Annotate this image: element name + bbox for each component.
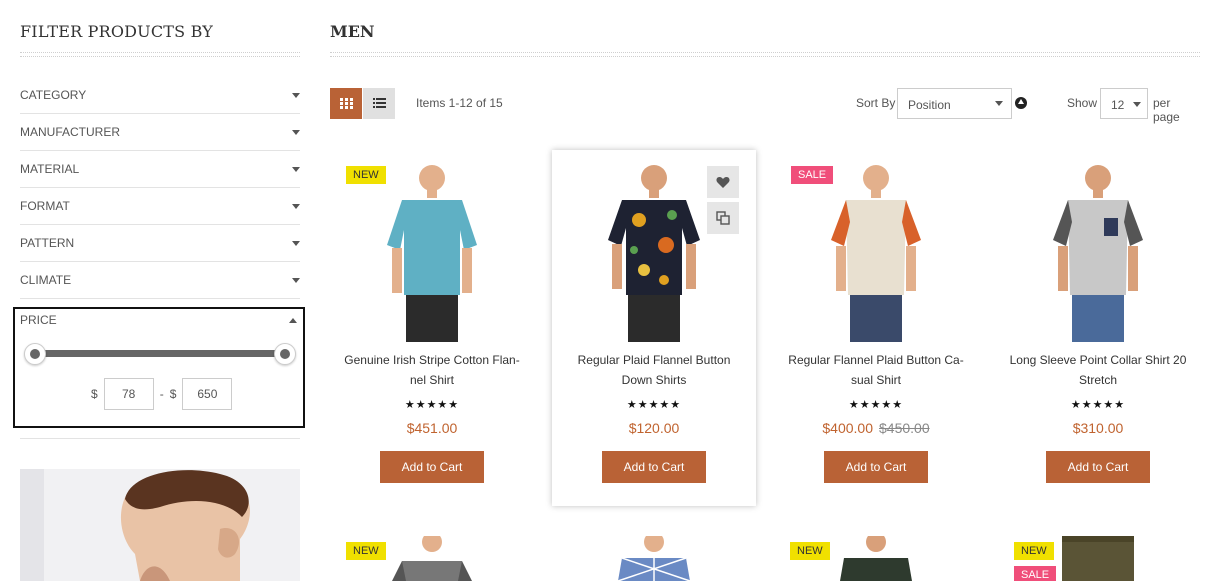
product-card: NEW SALE — [1010, 536, 1186, 581]
caret-up-icon — [289, 317, 297, 323]
new-badge: NEW — [346, 542, 386, 560]
price-min-input[interactable]: 78 — [103, 378, 154, 410]
price-value: $400.00 — [822, 420, 873, 436]
divider — [330, 52, 1200, 57]
sort-select[interactable]: Position — [897, 88, 1012, 119]
product-card: NEW — [788, 536, 964, 581]
new-badge: NEW — [346, 166, 386, 184]
show-label: Show — [1067, 96, 1098, 110]
price-filter-header[interactable]: PRICE — [20, 313, 297, 327]
filter-label: CLIMATE — [20, 273, 72, 287]
filter-category[interactable]: CATEGORY — [20, 77, 300, 114]
per-page-label: per page — [1153, 96, 1180, 124]
new-badge: NEW — [1014, 542, 1054, 560]
product-card: NEW — [344, 536, 520, 581]
add-to-cart-button[interactable]: Add to Cart — [1046, 451, 1150, 483]
rating-stars: ★★★★★ — [626, 399, 682, 411]
caret-down-icon — [292, 166, 300, 172]
filter-label: MATERIAL — [20, 162, 80, 176]
promo-banner-image[interactable] — [20, 469, 300, 581]
filter-manufacturer[interactable]: MANUFACTURER — [20, 114, 300, 151]
caret-down-icon — [292, 240, 300, 246]
price-slider-track[interactable] — [35, 350, 287, 357]
grid-icon — [339, 98, 353, 109]
product-price: $310.00 — [996, 420, 1200, 436]
product-name[interactable]: Genuine Irish Stripe Cotton Flan-nel Shi… — [330, 350, 534, 390]
filter-label: FORMAT — [20, 199, 70, 213]
compare-icon — [716, 211, 730, 225]
caret-down-icon — [292, 203, 300, 209]
price-separator: - — [159, 387, 164, 401]
rating-stars: ★★★★★ — [848, 399, 904, 411]
sort-label: Sort By — [856, 96, 896, 110]
compare-button[interactable] — [707, 202, 739, 234]
list-view-button[interactable] — [363, 88, 395, 119]
product-name[interactable]: Regular Plaid Flannel Button Down Shirts — [552, 350, 756, 390]
product-name[interactable]: Long Sleeve Point Collar Shirt 20 Stretc… — [996, 350, 1200, 390]
price-value: $120.00 — [628, 420, 680, 436]
filter-format[interactable]: FORMAT — [20, 188, 300, 225]
price-filter: PRICE $ 78 - $ 650 — [13, 307, 305, 428]
divider — [20, 52, 300, 57]
caret-down-icon — [292, 277, 300, 283]
product-name[interactable]: Regular Flannel Plaid Button Ca-sual Shi… — [774, 350, 978, 390]
chevron-down-icon — [995, 101, 1003, 106]
currency-symbol: $ — [169, 387, 177, 401]
price-slider-max-handle[interactable] — [274, 343, 296, 365]
listing-toolbar: Items 1-12 of 15 Sort By Position Show 1… — [330, 88, 1200, 124]
sidebar-title: FILTER PRODUCTS BY — [20, 22, 214, 41]
product-card: SALE Regular Flannel Plaid Button Ca-sua… — [774, 150, 978, 506]
new-badge: NEW — [790, 542, 830, 560]
currency-symbol: $ — [91, 387, 98, 401]
sale-badge: SALE — [1014, 566, 1057, 581]
caret-down-icon — [292, 92, 300, 98]
add-to-cart-button[interactable]: Add to Cart — [380, 451, 484, 483]
price-max-input[interactable]: 650 — [182, 378, 233, 410]
chevron-down-icon — [1133, 102, 1141, 107]
product-image[interactable] — [788, 160, 964, 342]
filter-climate[interactable]: CLIMATE — [20, 262, 300, 299]
product-card: NEW Genuine Irish Stripe Cotton Flan-nel… — [330, 150, 534, 506]
add-to-cart-button[interactable]: Add to Cart — [602, 451, 706, 483]
filter-material[interactable]: MATERIAL — [20, 151, 300, 188]
product-price: $400.00 $450.00 — [774, 420, 978, 436]
list-icon — [372, 98, 386, 108]
product-card — [566, 536, 742, 581]
product-listing: MEN Items 1-12 of 15 Sort By Position Sh… — [330, 0, 1200, 581]
product-price: $120.00 — [552, 420, 756, 436]
wishlist-button[interactable] — [707, 166, 739, 198]
sale-badge: SALE — [791, 166, 834, 184]
heart-icon — [716, 176, 730, 188]
divider — [20, 438, 300, 439]
product-price: $451.00 — [330, 420, 534, 436]
price-slider-min-handle[interactable] — [24, 343, 46, 365]
add-to-cart-button[interactable]: Add to Cart — [824, 451, 928, 483]
filter-label: MANUFACTURER — [20, 125, 121, 139]
grid-view-button[interactable] — [330, 88, 362, 119]
sort-select-value: Position — [908, 98, 951, 112]
page-title: MEN — [330, 22, 375, 41]
price-value: $451.00 — [406, 420, 458, 436]
price-value: $310.00 — [1072, 420, 1124, 436]
filter-pattern[interactable]: PATTERN — [20, 225, 300, 262]
limiter-value: 12 — [1111, 98, 1125, 112]
rating-stars: ★★★★★ — [404, 399, 460, 411]
items-count: Items 1-12 of 15 — [416, 96, 503, 110]
old-price: $450.00 — [879, 420, 930, 436]
limiter-select[interactable]: 12 — [1100, 88, 1148, 119]
product-image[interactable] — [1010, 160, 1186, 342]
caret-down-icon — [292, 129, 300, 135]
filter-list: CATEGORY MANUFACTURER MATERIAL FORMAT PA… — [20, 77, 300, 299]
sort-direction-icon[interactable] — [1015, 97, 1027, 109]
product-image[interactable] — [566, 536, 742, 581]
filter-label: CATEGORY — [20, 88, 87, 102]
price-inputs: $ 78 - $ 650 — [91, 378, 238, 410]
price-filter-label: PRICE — [20, 313, 57, 327]
filter-sidebar: FILTER PRODUCTS BY CATEGORY MANUFACTURER… — [13, 0, 305, 581]
filter-label: PATTERN — [20, 236, 75, 250]
product-card: Long Sleeve Point Collar Shirt 20 Stretc… — [996, 150, 1200, 506]
rating-stars: ★★★★★ — [1070, 399, 1126, 411]
product-image[interactable] — [344, 160, 520, 342]
product-card: Regular Plaid Flannel Button Down Shirts… — [552, 150, 756, 506]
